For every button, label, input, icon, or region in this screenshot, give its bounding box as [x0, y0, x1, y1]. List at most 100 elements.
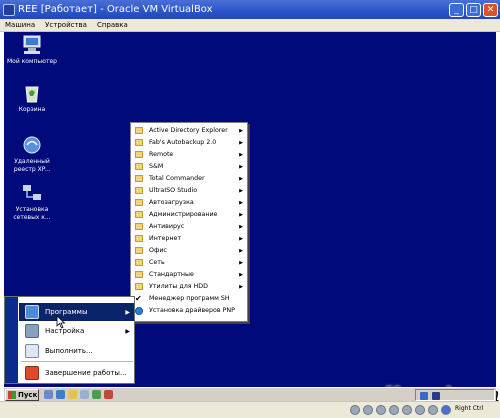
submenu-item-label: Total Commander	[149, 175, 205, 183]
chevron-right-icon: ▶	[239, 259, 243, 266]
submenu-item-program-manager-sh[interactable]: ✔ Менеджер программ SH	[131, 293, 247, 305]
menu-devices[interactable]: Устройства	[40, 21, 92, 29]
submenu-item-antivirus[interactable]: Антивирус ▶	[131, 221, 247, 233]
desktop-icon-label: Корзина	[18, 106, 46, 113]
desktop-icon-my-computer[interactable]: Мой компьютер	[7, 34, 57, 66]
submenu-item-label: Remote	[149, 151, 174, 159]
host-key-label: Right Ctrl	[455, 405, 484, 412]
submenu-item-autostart[interactable]: Автозагрузка ▶	[131, 197, 247, 209]
submenu-item-fabs-autobackup[interactable]: Fab's Autobackup 2.0 ▶	[131, 137, 247, 149]
submenu-item-pnp-driver-install[interactable]: Установка драйверов PNP	[131, 305, 247, 317]
programs-icon	[25, 305, 39, 319]
submenu-item-active-directory-explorer[interactable]: Active Directory Explorer ▶	[131, 125, 247, 137]
title-bar[interactable]: REE [Работает] - Oracle VM VirtualBox _ …	[0, 0, 500, 19]
computer-icon	[21, 34, 43, 56]
capture-icon[interactable]	[428, 405, 438, 415]
submenu-item-remote[interactable]: Remote ▶	[131, 149, 247, 161]
minimize-button[interactable]: _	[449, 2, 464, 17]
quick-launch-icon[interactable]	[92, 390, 101, 399]
start-menu-settings[interactable]: Настройка ▶	[19, 322, 134, 340]
submenu-item-label: Автозагрузка	[149, 199, 194, 207]
desktop-icon-remote-registry[interactable]: Удаленный реестр XP...	[7, 134, 57, 174]
desktop-icon-label: Удаленный реестр XP...	[13, 158, 51, 173]
start-button[interactable]: Пуск	[5, 389, 39, 401]
folder-icon	[135, 271, 143, 279]
internet-explorer-icon[interactable]	[56, 390, 65, 399]
start-button-label: Пуск	[18, 391, 38, 399]
start-menu-run[interactable]: Выполнить...	[19, 342, 134, 360]
submenu-item-label: Установка драйверов PNP	[149, 307, 235, 315]
submenu-item-label: Сеть	[149, 259, 165, 267]
chevron-right-icon: ▶	[239, 175, 243, 182]
submenu-item-standard[interactable]: Стандартные ▶	[131, 269, 247, 281]
recycle-bin-icon	[21, 82, 43, 104]
desktop-icon-recycle-bin[interactable]: Корзина	[7, 82, 57, 114]
close-button[interactable]: ✕	[483, 2, 498, 17]
quick-launch-icon[interactable]	[104, 390, 113, 399]
tray-icon[interactable]	[432, 392, 440, 400]
registry-icon	[21, 134, 43, 156]
chevron-right-icon: ▶	[239, 283, 243, 290]
submenu-item-label: Active Directory Explorer	[149, 127, 228, 135]
chevron-right-icon: ▶	[239, 235, 243, 242]
submenu-item-label: Fab's Autobackup 2.0	[149, 139, 217, 147]
submenu-item-administration[interactable]: Администрирование ▶	[131, 209, 247, 221]
submenu-item-s-and-m[interactable]: S&M ▶	[131, 161, 247, 173]
mouse-integration-icon[interactable]	[441, 405, 451, 415]
submenu-item-label: Интернет	[149, 235, 182, 243]
maximize-button[interactable]: □	[466, 2, 481, 17]
folder-icon	[135, 259, 143, 267]
chevron-right-icon: ▶	[239, 127, 243, 134]
submenu-item-network[interactable]: Сеть ▶	[131, 257, 247, 269]
start-menu-shutdown[interactable]: Завершение работы...	[19, 364, 134, 382]
submenu-item-hdd-utilities[interactable]: Утилиты для HDD ▶	[131, 281, 247, 293]
folder-icon	[135, 139, 143, 147]
hard-disk-icon[interactable]	[350, 405, 360, 415]
menu-bar: Машина Устройства Справка	[0, 19, 500, 32]
shared-folders-icon[interactable]	[415, 405, 425, 415]
folder-icon	[135, 127, 143, 135]
chevron-right-icon: ▶	[239, 187, 243, 194]
windows-logo-icon	[8, 391, 16, 399]
desktop-icon-network-setup[interactable]: Установка сетевых к...	[7, 182, 57, 222]
submenu-item-label: Администрирование	[149, 211, 218, 219]
floppy-icon[interactable]	[376, 405, 386, 415]
usb-icon[interactable]	[402, 405, 412, 415]
start-menu-item-label: Программы	[45, 308, 88, 316]
menu-help[interactable]: Справка	[92, 21, 133, 29]
show-desktop-icon[interactable]	[44, 390, 53, 399]
menu-machine[interactable]: Машина	[0, 21, 40, 29]
optical-drive-icon[interactable]	[363, 405, 373, 415]
submenu-item-label: Менеджер программ SH	[149, 295, 230, 303]
submenu-item-total-commander[interactable]: Total Commander ▶	[131, 173, 247, 185]
chevron-right-icon: ▶	[239, 247, 243, 254]
guest-taskbar: Пуск	[4, 387, 496, 401]
chevron-right-icon: ▶	[239, 199, 243, 206]
chevron-right-icon: ▶	[239, 151, 243, 158]
quick-launch-icon[interactable]	[80, 390, 89, 399]
submenu-item-ultraiso[interactable]: UltraISO Studio ▶	[131, 185, 247, 197]
folder-icon	[135, 199, 143, 207]
start-menu-programs[interactable]: Программы ▶	[19, 303, 134, 321]
tray-icon[interactable]	[420, 392, 428, 400]
virtualbox-app-icon	[3, 3, 15, 16]
start-menu: Программы ▶ Настройка ▶ Выполнить... Зав…	[4, 296, 135, 384]
run-icon	[25, 344, 39, 358]
network-adapter-icon[interactable]	[389, 405, 399, 415]
submenu-item-office[interactable]: Офис ▶	[131, 245, 247, 257]
start-menu-separator	[21, 361, 133, 362]
folder-icon	[135, 151, 143, 159]
submenu-item-label: UltraISO Studio	[149, 187, 198, 195]
submenu-item-label: Утилиты для HDD	[149, 283, 208, 291]
folder-icon	[135, 187, 143, 195]
network-icon	[21, 182, 43, 204]
folder-icon	[135, 223, 143, 231]
virtualbox-window: REE [Работает] - Oracle VM VirtualBox _ …	[0, 0, 500, 418]
explorer-icon[interactable]	[68, 390, 77, 399]
submenu-item-label: S&M	[149, 163, 164, 171]
start-menu-sidebar	[5, 297, 18, 383]
virtualbox-status-bar: Right Ctrl	[0, 401, 500, 418]
submenu-item-internet[interactable]: Интернет ▶	[131, 233, 247, 245]
start-menu-item-label: Выполнить...	[45, 347, 93, 355]
chevron-right-icon: ▶	[125, 327, 130, 335]
